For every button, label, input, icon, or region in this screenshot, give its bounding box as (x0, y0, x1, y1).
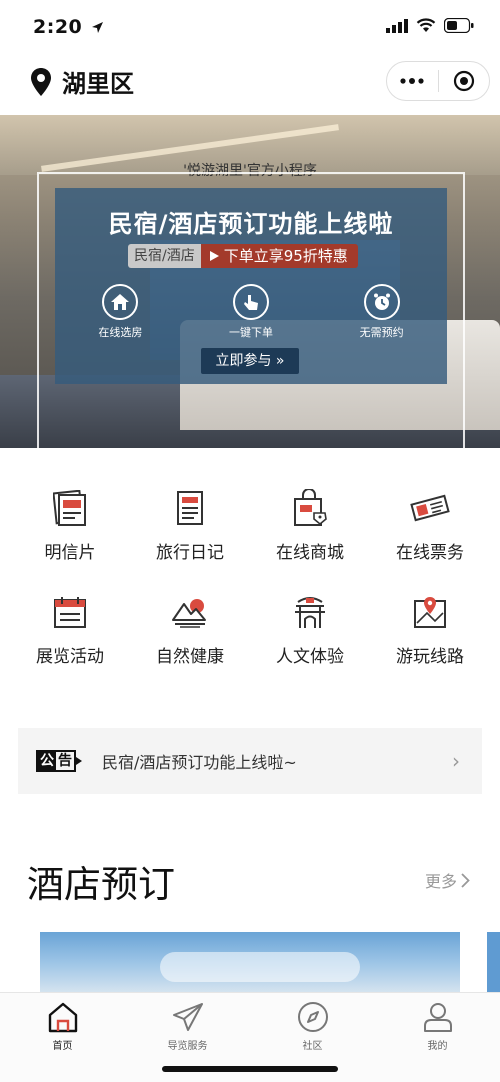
tab-label: 导览服务 (167, 1041, 208, 1052)
grid-label: 游玩线路 (396, 647, 464, 667)
wifi-icon (416, 18, 436, 32)
tab-label: 社区 (302, 1041, 323, 1052)
signal-icon (386, 18, 408, 33)
banner-card: 民宿/酒店预订功能上线啦 民宿/酒店 下单立享95折特惠 在线选房 一键下单 无… (55, 188, 447, 384)
tab-home[interactable]: 首页 (0, 993, 125, 1082)
location-arrow-icon (92, 22, 104, 33)
badge-char-1: 公 (38, 752, 56, 770)
grid-label: 展览活动 (36, 647, 104, 667)
promo-banner[interactable]: '悦游湖里'官方小程序 民宿/酒店预订功能上线啦 民宿/酒店 下单立享95折特惠… (0, 115, 500, 448)
paper-plane-icon (172, 1003, 203, 1031)
shopping-bag-icon (290, 488, 330, 528)
feature-label: 在线选房 (98, 326, 143, 339)
grid-item-culture[interactable]: 人文体验 (250, 592, 370, 696)
banner-title: 民宿/酒店预订功能上线啦 (108, 210, 394, 238)
grid-item-nature[interactable]: 自然健康 (130, 592, 250, 696)
grid-label: 在线商城 (276, 543, 344, 563)
hotel-image[interactable] (40, 932, 460, 992)
grid-item-shop[interactable]: 在线商城 (250, 488, 370, 592)
badge-char-2: 告 (58, 753, 72, 769)
house-icon (102, 284, 139, 320)
feature-item: 在线选房 (55, 284, 186, 340)
ticket-icon (410, 488, 450, 528)
calendar-icon (50, 592, 90, 632)
status-time: 2:20 (33, 16, 104, 38)
grid-row: 展览活动 自然健康 人文体验 游玩线路 (10, 592, 490, 696)
grid-label: 在线票务 (396, 543, 464, 563)
play-triangle-icon (209, 251, 219, 261)
grid-item-routes[interactable]: 游玩线路 (370, 592, 490, 696)
grid-label: 自然健康 (156, 647, 224, 667)
join-now-button[interactable]: 立即参与 » (201, 348, 299, 374)
grid-item-postcard[interactable]: 明信片 (10, 488, 130, 592)
nav-bar: 湖里区 (0, 52, 500, 112)
chevron-right-icon: › (452, 749, 460, 773)
hotel-image-cloud (160, 952, 360, 982)
feature-item: 无需预约 (316, 284, 447, 340)
battery-icon (444, 18, 474, 33)
feature-label: 无需预约 (359, 326, 404, 339)
alarm-clock-icon (363, 284, 400, 320)
grid-item-tickets[interactable]: 在线票务 (370, 488, 490, 592)
announcement-text: 民宿/酒店预订功能上线啦~ (102, 753, 297, 772)
tab-profile[interactable]: 我的 (375, 993, 500, 1082)
feature-item: 一键下单 (186, 284, 317, 340)
mini-program-capsule (386, 61, 490, 101)
feature-row: 在线选房 一键下单 无需预约 (55, 284, 447, 340)
badge-pointer-icon (76, 757, 82, 765)
more-menu-button[interactable] (387, 62, 438, 100)
tab-label: 我的 (427, 1041, 448, 1052)
more-text: 更多 (424, 872, 457, 891)
postcard-icon (50, 488, 90, 528)
location-selector[interactable]: 湖里区 (30, 64, 134, 99)
tap-icon (233, 284, 269, 320)
home-icon (48, 1002, 77, 1033)
compass-icon (297, 1002, 328, 1032)
tab-label: 首页 (52, 1041, 73, 1052)
feature-label: 一键下单 (229, 326, 273, 339)
promo-tag: 民宿/酒店 下单立享95折特惠 (128, 244, 358, 268)
more-link[interactable]: 更多 (425, 868, 470, 892)
grid-label: 人文体验 (276, 647, 344, 667)
map-pin-icon (410, 592, 450, 632)
diary-icon (170, 488, 210, 528)
section-title: 酒店预订 (27, 863, 175, 906)
status-bar: 2:20 (0, 0, 500, 52)
tag-discount: 下单立享95折特惠 (200, 244, 358, 268)
announcement-badge: 公 告 (36, 750, 76, 772)
grid-label: 旅行日记 (156, 543, 224, 563)
home-indicator (162, 1066, 338, 1072)
status-icons (386, 18, 474, 33)
more-dots-icon (400, 78, 424, 84)
location-pin-icon (31, 67, 51, 96)
close-mini-program-button[interactable] (439, 62, 490, 100)
user-icon (423, 1003, 452, 1032)
announcement-bar[interactable]: 公 告 民宿/酒店预订功能上线啦~ › (18, 728, 482, 794)
pavilion-icon (290, 592, 330, 632)
chevron-right-icon (461, 872, 470, 888)
target-circle-icon (453, 70, 474, 92)
tag-discount-text: 下单立享95折特惠 (223, 247, 348, 265)
mountain-sun-icon (170, 592, 210, 632)
grid-row: 明信片 旅行日记 在线商城 在线票务 (10, 488, 490, 592)
grid-item-exhibition[interactable]: 展览活动 (10, 592, 130, 696)
tag-category: 民宿/酒店 (128, 244, 201, 268)
grid-label: 明信片 (44, 543, 96, 563)
location-text: 湖里区 (62, 70, 134, 98)
grid-item-diary[interactable]: 旅行日记 (130, 488, 250, 592)
hotel-image-next[interactable] (487, 932, 500, 992)
feature-grid: 明信片 旅行日记 在线商城 在线票务 展览活动 自然健康 人文体验 游玩线路 (10, 488, 490, 696)
